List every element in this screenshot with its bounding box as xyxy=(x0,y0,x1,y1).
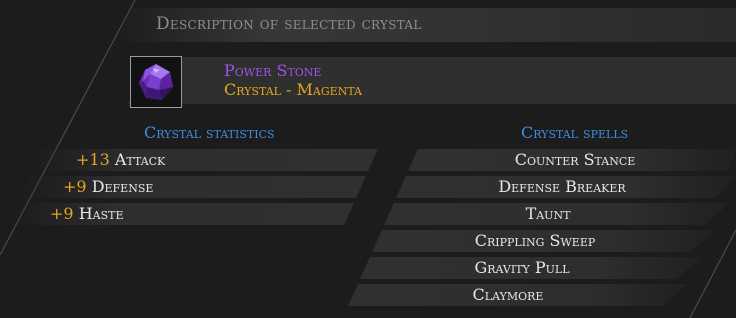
stat-label: Defense xyxy=(91,177,154,196)
panel-heading: Description of selected crystal xyxy=(156,14,422,34)
crystal-icon-frame[interactable] xyxy=(130,56,182,108)
spell-counter-stance[interactable]: Counter Stance xyxy=(515,150,636,169)
purple-crystal-gem-icon xyxy=(139,64,173,100)
stat-haste: +9 Haste xyxy=(50,204,124,223)
crystal-band xyxy=(128,57,736,104)
spell-gravity-pull[interactable]: Gravity Pull xyxy=(474,258,569,277)
spell-claymore[interactable]: Claymore xyxy=(473,285,544,304)
statistics-title: Crystal statistics xyxy=(144,123,275,142)
crystal-name: Power Stone xyxy=(224,61,322,80)
spells-title: Crystal spells xyxy=(521,123,629,142)
stat-label: Haste xyxy=(78,204,124,223)
spell-crippling-sweep[interactable]: Crippling Sweep xyxy=(475,231,596,250)
stat-attack: +13 Attack xyxy=(76,150,165,169)
crystal-type: Crystal - Magenta xyxy=(224,80,362,99)
stat-value: +9 xyxy=(63,177,87,196)
stat-value: +13 xyxy=(76,150,110,169)
spell-defense-breaker[interactable]: Defense Breaker xyxy=(498,177,625,196)
stat-value: +9 xyxy=(50,204,74,223)
stat-defense: +9 Defense xyxy=(63,177,153,196)
spell-taunt[interactable]: Taunt xyxy=(526,204,571,223)
stat-label: Attack xyxy=(114,150,166,169)
